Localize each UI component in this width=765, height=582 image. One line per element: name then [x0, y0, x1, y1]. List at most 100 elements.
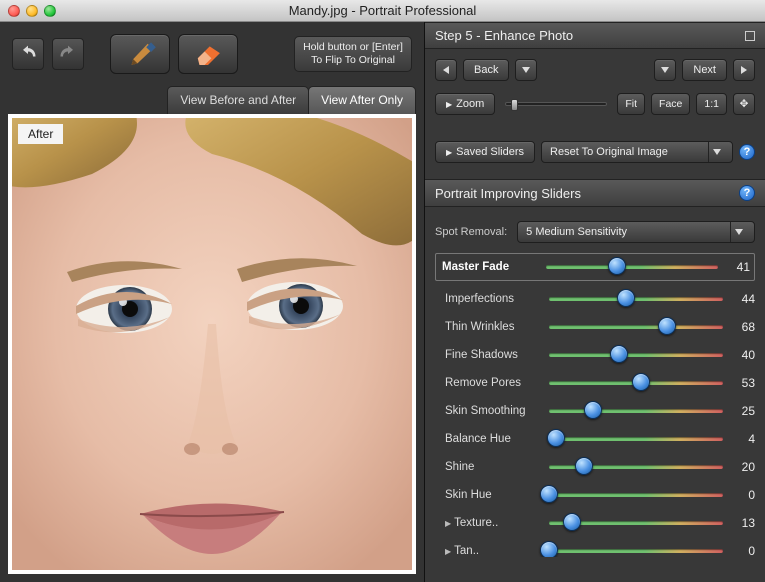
step-nav-row: Back Next	[425, 49, 765, 87]
spot-removal-row: Spot Removal: 5 Medium Sensitivity	[435, 215, 755, 253]
zoom-slider-knob[interactable]	[511, 99, 518, 111]
slider-row-skin-hue: Skin Hue 0	[435, 481, 755, 509]
sliders-panel[interactable]: Spot Removal: 5 Medium Sensitivity Maste…	[425, 207, 765, 557]
slider-label: Skin Hue	[445, 489, 541, 501]
zoom-fit-button[interactable]: Fit	[617, 93, 645, 115]
brush-tool-button[interactable]	[110, 34, 170, 74]
slider-label: Texture..	[445, 517, 541, 529]
slider-knob[interactable]	[584, 401, 602, 419]
reset-dropdown[interactable]: Reset To Original Image	[541, 141, 733, 163]
back-arrow-button[interactable]	[435, 59, 457, 81]
slider-value: 13	[731, 516, 755, 530]
slider-value: 68	[731, 320, 755, 334]
slider-value: 44	[731, 292, 755, 306]
slider-label: Skin Smoothing	[445, 405, 541, 417]
step-header: Step 5 - Enhance Photo	[425, 22, 765, 49]
slider-track[interactable]	[549, 408, 723, 414]
zoom-face-button[interactable]: Face	[651, 93, 690, 115]
slider-knob[interactable]	[575, 457, 593, 475]
slider-value: 40	[731, 348, 755, 362]
slider-label: Remove Pores	[445, 377, 541, 389]
preview-after-label: After	[18, 124, 63, 144]
zoom-1to1-button[interactable]: 1:1	[696, 93, 727, 115]
slider-knob[interactable]	[610, 345, 628, 363]
slider-value: 0	[731, 488, 755, 502]
redo-icon	[58, 44, 78, 64]
slider-knob[interactable]	[540, 541, 558, 557]
slider-row-balance-hue: Balance Hue4	[435, 425, 755, 453]
slider-knob[interactable]	[547, 429, 565, 447]
slider-row-master-fade: Master Fade 41	[435, 253, 755, 281]
slider-label: Imperfections	[445, 293, 541, 305]
minimize-window-button[interactable]	[26, 5, 38, 17]
spot-removal-dropdown[interactable]: 5 Medium Sensitivity	[517, 221, 755, 243]
slider-track[interactable]	[549, 548, 723, 554]
triangle-down-icon	[661, 67, 669, 73]
dropdown-arrow-icon	[708, 142, 724, 162]
zoom-slider[interactable]	[505, 102, 607, 106]
next-step-menu[interactable]	[654, 59, 676, 81]
triangle-right-icon	[741, 66, 747, 74]
slider-label: Master Fade	[442, 261, 538, 273]
flip-button-label: Hold button or [Enter] To Flip To Origin…	[303, 41, 403, 67]
slider-track[interactable]	[549, 464, 723, 470]
slider-track[interactable]	[549, 352, 723, 358]
eraser-tool-button[interactable]	[178, 34, 238, 74]
slider-knob[interactable]	[658, 317, 676, 335]
slider-knob[interactable]	[563, 513, 581, 531]
slider-label: Thin Wrinkles	[445, 321, 541, 333]
slider-value: 53	[731, 376, 755, 390]
step-title: Step 5 - Enhance Photo	[435, 28, 573, 43]
slider-track[interactable]	[546, 264, 718, 270]
slider-row-thin-wrinkles: Thin Wrinkles 68	[435, 313, 755, 341]
slider-knob[interactable]	[617, 289, 635, 307]
preview-viewport[interactable]: After	[8, 114, 416, 574]
slider-row-shine: Shine20	[435, 453, 755, 481]
slider-value: 4	[731, 432, 755, 446]
undo-button[interactable]	[12, 38, 44, 70]
back-button[interactable]: Back	[463, 59, 509, 81]
zoom-window-button[interactable]	[44, 5, 56, 17]
slider-track[interactable]	[549, 324, 723, 330]
slider-knob[interactable]	[632, 373, 650, 391]
tab-after-only[interactable]: View After Only	[308, 86, 416, 114]
help-button[interactable]: ?	[739, 144, 755, 160]
triangle-right-icon: ▶	[446, 148, 452, 157]
slider-track[interactable]	[549, 492, 723, 498]
slider-row-fine-shadows: Fine Shadows40	[435, 341, 755, 369]
slider-track[interactable]	[549, 520, 723, 526]
slider-track[interactable]	[549, 380, 723, 386]
slider-knob[interactable]	[540, 485, 558, 503]
saved-sliders-button[interactable]: ▶ Saved Sliders	[435, 141, 535, 163]
slider-knob[interactable]	[608, 257, 626, 275]
slider-row-texture: Texture.. 13	[435, 509, 755, 537]
right-pane: Step 5 - Enhance Photo Back Next ▶ Zoom …	[425, 22, 765, 582]
dropdown-arrow-icon	[730, 222, 746, 242]
flip-to-original-button[interactable]: Hold button or [Enter] To Flip To Origin…	[294, 36, 412, 72]
collapse-icon[interactable]	[745, 31, 755, 41]
main-toolbar: Hold button or [Enter] To Flip To Origin…	[0, 22, 424, 86]
window-title: Mandy.jpg - Portrait Professional	[289, 3, 477, 18]
slider-row-skin-smoothing: Skin Smoothing25	[435, 397, 755, 425]
close-window-button[interactable]	[8, 5, 20, 17]
eraser-icon	[191, 41, 225, 67]
tab-before-and-after[interactable]: View Before and After	[167, 86, 309, 114]
zoom-button[interactable]: ▶ Zoom	[435, 93, 495, 115]
next-button[interactable]: Next	[682, 59, 727, 81]
help-button[interactable]: ?	[739, 185, 755, 201]
portrait-image	[12, 118, 412, 570]
back-step-menu[interactable]	[515, 59, 537, 81]
zoom-pan-button[interactable]: ✥	[733, 93, 755, 115]
next-arrow-button[interactable]	[733, 59, 755, 81]
title-bar: Mandy.jpg - Portrait Professional	[0, 0, 765, 22]
improving-title: Portrait Improving Sliders	[435, 186, 581, 201]
triangle-down-icon	[522, 67, 530, 73]
zoom-row: ▶ Zoom Fit Face 1:1 ✥	[425, 87, 765, 125]
redo-button[interactable]	[52, 38, 84, 70]
slider-track[interactable]	[549, 296, 723, 302]
spot-removal-label: Spot Removal:	[435, 226, 507, 238]
slider-value: 41	[726, 260, 750, 274]
slider-row-remove-pores: Remove Pores 53	[435, 369, 755, 397]
slider-value: 20	[731, 460, 755, 474]
slider-track[interactable]	[549, 436, 723, 442]
